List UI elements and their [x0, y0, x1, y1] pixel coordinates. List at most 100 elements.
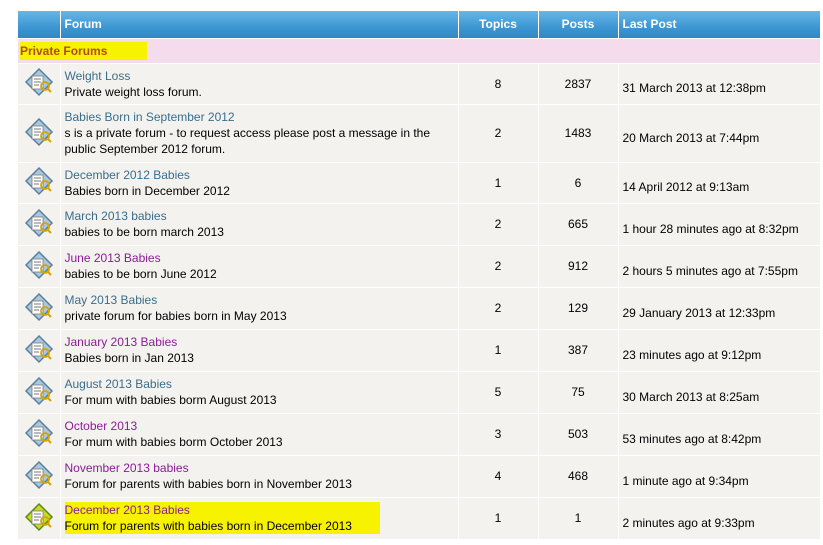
forum-row: Weight Loss Private weight loss forum. 8 28… [18, 62, 820, 104]
topics-count: 1 [457, 328, 538, 371]
forum-description: Babies born in December 2012 [64, 183, 230, 198]
forum-title-link[interactable]: August 2013 Babies [65, 376, 277, 392]
header-icon-col [18, 11, 60, 38]
forum-row: October 2013 For mum with babies borm Oct… [18, 412, 820, 455]
last-post-time[interactable]: 2 hours 5 minutes ago at 7:55pm [617, 244, 820, 287]
forum-table: Forum Topics Posts Last Post Private For… [18, 11, 820, 539]
forum-row: May 2013 Babies private forum for babies … [18, 286, 820, 329]
forum-description: s is a private forum - to request access… [64, 126, 431, 156]
forum-row: December 2012 Babies Babies born in Decem… [18, 161, 820, 203]
forum-info-cell: March 2013 babies babies to be born march… [59, 202, 458, 245]
last-post-time[interactable]: 1 minute ago at 9:34pm [617, 454, 820, 497]
last-post-time[interactable]: 20 March 2013 at 7:44pm [617, 103, 820, 162]
forum-info-cell: Babies Born in September 2012 s is a priv… [59, 103, 458, 162]
forum-description: Forum for parents with babies born in De… [64, 519, 352, 534]
topics-count: 3 [457, 412, 538, 455]
forum-icon-cell [18, 328, 60, 371]
forum-read-icon [24, 67, 54, 97]
header-last-post[interactable]: Last Post [617, 11, 820, 38]
last-post-time[interactable]: 31 March 2013 at 12:38pm [617, 62, 820, 104]
forum-description: Babies born in Jan 2013 [64, 351, 194, 365]
forum-title-link[interactable]: January 2013 Babies [65, 334, 194, 350]
topics-count: 2 [457, 103, 538, 162]
last-post-time[interactable]: 14 April 2012 at 9:13am [617, 161, 820, 203]
forum-title-link[interactable]: June 2013 Babies [65, 250, 217, 266]
header-topics[interactable]: Topics [457, 11, 538, 38]
topics-count: 4 [457, 454, 538, 497]
forum-info-cell: October 2013 For mum with babies borm Oct… [59, 412, 458, 455]
forum-icon-cell [18, 202, 60, 245]
header-posts[interactable]: Posts [537, 11, 618, 38]
forum-title-link[interactable]: May 2013 Babies [65, 292, 287, 308]
forum-read-icon [24, 376, 54, 406]
posts-count: 1 [537, 496, 618, 539]
forum-icon-cell [18, 286, 60, 329]
last-post-time[interactable]: 1 hour 28 minutes ago at 8:32pm [617, 202, 820, 245]
forum-row: August 2013 Babies For mum with babies bo… [18, 370, 820, 413]
forum-title-link[interactable]: March 2013 babies [65, 208, 224, 224]
forum-info-cell: Weight Loss Private weight loss forum. [59, 62, 458, 104]
posts-count: 1483 [537, 103, 618, 162]
topics-count: 2 [457, 244, 538, 287]
forum-icon-cell [18, 496, 60, 539]
forum-description: For mum with babies borm August 2013 [64, 393, 277, 407]
forum-info-cell: December 2013 Babies Forum for parents wi… [59, 496, 458, 539]
topics-count: 1 [457, 496, 538, 539]
posts-count: 2837 [537, 62, 618, 104]
section-private-forums: Private Forums [18, 37, 820, 64]
posts-count: 503 [537, 412, 618, 455]
forum-title-link[interactable]: October 2013 [65, 418, 283, 434]
forum-icon-cell [18, 161, 60, 203]
section-title[interactable]: Private Forums [20, 41, 148, 60]
forum-row: March 2013 babies babies to be born march… [18, 202, 820, 245]
forum-icon-cell [18, 412, 60, 455]
forum-title-link[interactable]: Babies Born in September 2012 [65, 109, 454, 125]
forum-description: babies to be born June 2012 [64, 267, 217, 281]
posts-count: 468 [537, 454, 618, 497]
forum-read-icon [24, 334, 54, 364]
forum-row: December 2013 Babies Forum for parents wi… [18, 496, 820, 539]
forum-row: Babies Born in September 2012 s is a priv… [18, 103, 820, 162]
forum-info-cell: December 2012 Babies Babies born in Decem… [59, 161, 458, 203]
table-header: Forum Topics Posts Last Post [18, 11, 820, 38]
posts-count: 75 [537, 370, 618, 413]
forum-title-link[interactable]: December 2012 Babies [65, 167, 230, 183]
forum-info-cell: June 2013 Babies babies to be born June 2… [59, 244, 458, 287]
topics-count: 8 [457, 62, 538, 104]
posts-count: 387 [537, 328, 618, 371]
forum-description: Private weight loss forum. [64, 84, 202, 99]
last-post-time[interactable]: 2 minutes ago at 9:33pm [617, 496, 820, 539]
forum-read-icon [24, 292, 54, 322]
topics-count: 1 [457, 161, 538, 203]
forum-title-link[interactable]: November 2013 babies [65, 460, 352, 476]
forum-info-cell: January 2013 Babies Babies born in Jan 20… [59, 328, 458, 371]
topics-count: 5 [457, 370, 538, 413]
forum-icon-cell [18, 244, 60, 287]
last-post-time[interactable]: 23 minutes ago at 9:12pm [617, 328, 820, 371]
forum-description: babies to be born march 2013 [64, 225, 224, 239]
topics-count: 2 [457, 286, 538, 329]
posts-count: 129 [537, 286, 618, 329]
forum-icon-cell [18, 370, 60, 413]
header-forum[interactable]: Forum [59, 11, 458, 38]
forum-read-icon [24, 166, 54, 196]
last-post-time[interactable]: 53 minutes ago at 8:42pm [617, 412, 820, 455]
section-title-cell: Private Forums [18, 37, 820, 64]
forum-row: January 2013 Babies Babies born in Jan 20… [18, 328, 820, 371]
forum-icon-cell [18, 454, 60, 497]
forum-title-link[interactable]: December 2013 Babies [65, 502, 352, 518]
posts-count: 6 [537, 161, 618, 203]
last-post-time[interactable]: 29 January 2013 at 12:33pm [617, 286, 820, 329]
forum-description: private forum for babies born in May 201… [64, 309, 287, 323]
forum-title-link[interactable]: Weight Loss [65, 68, 202, 84]
forum-read-icon [24, 460, 54, 490]
forum-icon-cell [18, 103, 60, 162]
forum-new-posts-icon [24, 502, 54, 532]
forum-info-cell: August 2013 Babies For mum with babies bo… [59, 370, 458, 413]
posts-count: 912 [537, 244, 618, 287]
forum-description: Forum for parents with babies born in No… [64, 477, 352, 491]
topics-count: 2 [457, 202, 538, 245]
forum-row: June 2013 Babies babies to be born June 2… [18, 244, 820, 287]
last-post-time[interactable]: 30 March 2013 at 8:25am [617, 370, 820, 413]
posts-count: 665 [537, 202, 618, 245]
